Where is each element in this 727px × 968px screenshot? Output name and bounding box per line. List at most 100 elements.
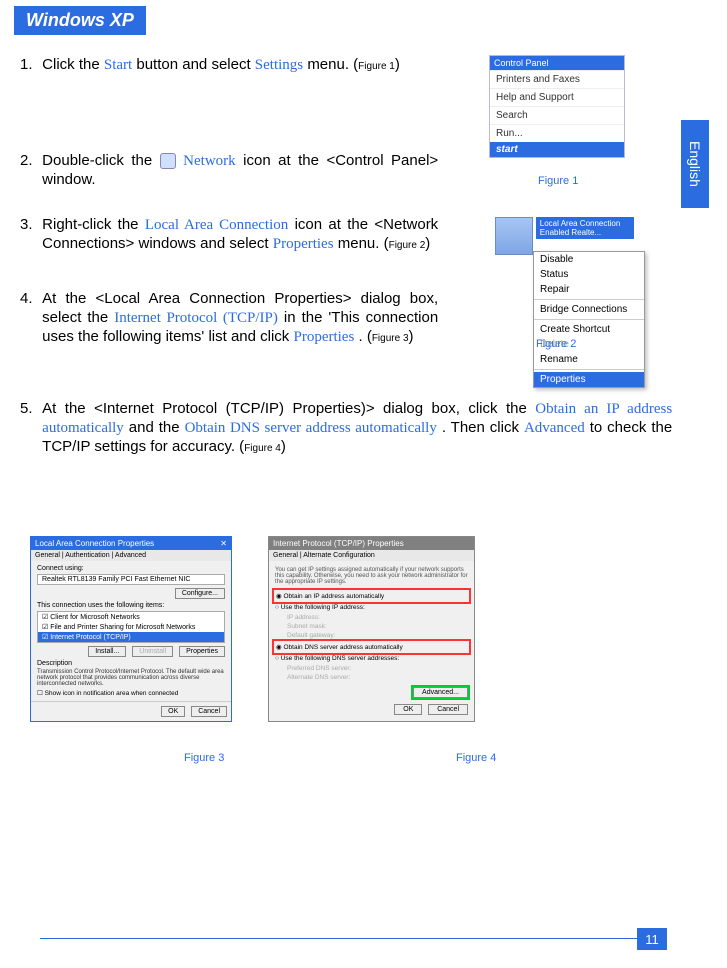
text: ) bbox=[409, 328, 414, 345]
figure-ref: Figure 1 bbox=[358, 61, 395, 72]
menu-item: Repair bbox=[534, 282, 644, 297]
keyword-tcpip: Internet Protocol (TCP/IP) bbox=[114, 310, 278, 326]
label: Connect using: bbox=[37, 565, 225, 572]
figure-1: Control Panel Printers and Faxes Help an… bbox=[489, 55, 625, 158]
fig3-title: Local Area Connection Properties ✕ bbox=[31, 537, 231, 550]
ok-button: OK bbox=[161, 706, 185, 717]
text: . ( bbox=[358, 328, 371, 345]
cancel-button: Cancel bbox=[428, 704, 468, 715]
text: ) bbox=[395, 56, 400, 73]
text: menu. ( bbox=[307, 56, 358, 73]
text: . Then click bbox=[442, 419, 524, 436]
menu-item: Create Shortcut bbox=[534, 322, 644, 337]
text: Right-click the bbox=[42, 216, 145, 233]
language-tab: English bbox=[681, 120, 709, 208]
figure-3: Local Area Connection Properties ✕ Gener… bbox=[30, 536, 232, 722]
menu-item-properties: Properties bbox=[534, 372, 644, 387]
text: Internet Protocol (TCP/IP) bbox=[50, 634, 131, 641]
network-icon bbox=[160, 153, 176, 169]
figure-3-caption: Figure 3 bbox=[184, 752, 224, 764]
text: Double-click the bbox=[42, 152, 160, 169]
text: Obtain an IP address automatically bbox=[283, 593, 384, 600]
step-body: Double-click the Network icon at the <Co… bbox=[42, 152, 438, 190]
text: ) bbox=[281, 438, 286, 455]
fig1-row: Run... bbox=[490, 124, 624, 142]
keyword-properties: Properties bbox=[273, 236, 334, 252]
radio-obtain-ip: ◉ Obtain an IP address automatically bbox=[275, 591, 468, 601]
close-icon: ✕ bbox=[220, 539, 227, 548]
figure-ref: Figure 3 bbox=[372, 333, 409, 344]
text: Click the bbox=[42, 56, 104, 73]
step-body: Right-click the Local Area Connection ic… bbox=[42, 216, 438, 254]
text: File and Printer Sharing for Microsoft N… bbox=[50, 624, 195, 631]
step-body: At the <Internet Protocol (TCP/IP) Prope… bbox=[42, 400, 672, 456]
text: and the bbox=[129, 419, 185, 436]
radio-use-ip: ○ Use the following IP address: bbox=[275, 604, 468, 611]
fig1-row: Printers and Faxes bbox=[490, 70, 624, 88]
configure-button: Configure... bbox=[175, 588, 225, 599]
menu-item: Disable bbox=[534, 252, 644, 267]
figure-1-caption: Figure 1 bbox=[538, 175, 578, 187]
keyword-settings: Settings bbox=[255, 57, 303, 73]
note: You can get IP settings assigned automat… bbox=[275, 567, 468, 585]
text: button and select bbox=[136, 56, 254, 73]
fig1-title: Control Panel bbox=[490, 56, 624, 70]
keyword-start: Start bbox=[104, 57, 132, 73]
properties-button: Properties bbox=[179, 646, 225, 657]
field: Alternate DNS server: bbox=[287, 674, 468, 681]
step-4: 4. At the <Local Area Connection Propert… bbox=[20, 290, 440, 346]
install-button: Install... bbox=[88, 646, 126, 657]
figure-4: Internet Protocol (TCP/IP) Properties Ge… bbox=[268, 536, 475, 722]
fig1-row: Search bbox=[490, 106, 624, 124]
text: At the <Internet Protocol (TCP/IP) Prope… bbox=[42, 400, 535, 417]
label: This connection uses the following items… bbox=[37, 602, 225, 609]
keyword-lac: Local Area Connection bbox=[145, 217, 288, 233]
fig4-title: Internet Protocol (TCP/IP) Properties bbox=[269, 537, 474, 550]
fig3-titletext: Local Area Connection Properties bbox=[35, 539, 154, 548]
step-body: Click the Start button and select Settin… bbox=[42, 56, 438, 75]
figure-4-caption: Figure 4 bbox=[456, 752, 496, 764]
list-item-selected: ☑ Internet Protocol (TCP/IP) bbox=[38, 632, 224, 642]
figure-2-caption: Figure 2 bbox=[536, 338, 576, 350]
step-1: 1. Click the Start button and select Set… bbox=[20, 56, 440, 75]
text: Use the following DNS server addresses: bbox=[281, 655, 400, 662]
page-rule bbox=[40, 938, 637, 939]
radio-obtain-dns: ◉ Obtain DNS server address automaticall… bbox=[275, 642, 468, 652]
context-menu: Disable Status Repair Bridge Connections… bbox=[533, 251, 645, 388]
uninstall-button: Uninstall bbox=[132, 646, 173, 657]
keyword-properties: Properties bbox=[293, 329, 354, 345]
fig1-start: start bbox=[490, 142, 624, 157]
figure-2: Local Area Connection Enabled Realte... … bbox=[495, 217, 661, 388]
checkbox: ☐ Show icon in notification area when co… bbox=[37, 689, 225, 697]
step-number: 4. bbox=[20, 290, 38, 309]
figure-ref: Figure 2 bbox=[389, 240, 426, 251]
keyword-advanced: Advanced bbox=[524, 420, 585, 436]
adapter: Realtek RTL8139 Family PCI Fast Ethernet… bbox=[38, 575, 224, 584]
figure-ref: Figure 4 bbox=[244, 443, 281, 454]
field: IP address: bbox=[287, 614, 468, 621]
menu-item: Rename bbox=[534, 352, 644, 367]
text: Use the following IP address: bbox=[281, 604, 365, 611]
fig3-tabs: General | Authentication | Advanced bbox=[31, 550, 231, 561]
text: Show icon in notification area when conn… bbox=[45, 690, 179, 697]
page-number: 11 bbox=[637, 928, 667, 950]
cancel-button: Cancel bbox=[191, 706, 227, 717]
label: Description bbox=[37, 660, 225, 667]
field: Preferred DNS server: bbox=[287, 665, 468, 672]
text: Obtain DNS server address automatically bbox=[283, 644, 402, 651]
step-number: 3. bbox=[20, 216, 38, 235]
fig4-tabs: General | Alternate Configuration bbox=[269, 550, 474, 561]
text: ) bbox=[425, 235, 430, 252]
advanced-button: Advanced... bbox=[413, 687, 468, 698]
text: Client for Microsoft Networks bbox=[50, 614, 139, 621]
step-number: 2. bbox=[20, 152, 38, 171]
menu-item: Status bbox=[534, 267, 644, 282]
field: Default gateway: bbox=[287, 632, 468, 639]
keyword-obtain-dns: Obtain DNS server address automatically bbox=[185, 420, 437, 436]
field: Subnet mask: bbox=[287, 623, 468, 630]
step-3: 3. Right-click the Local Area Connection… bbox=[20, 216, 440, 254]
step-number: 1. bbox=[20, 56, 38, 75]
fig2-selection: Local Area Connection Enabled Realte... bbox=[536, 217, 634, 239]
lan-icon bbox=[495, 217, 533, 255]
list-item: ☑ File and Printer Sharing for Microsoft… bbox=[38, 622, 224, 632]
